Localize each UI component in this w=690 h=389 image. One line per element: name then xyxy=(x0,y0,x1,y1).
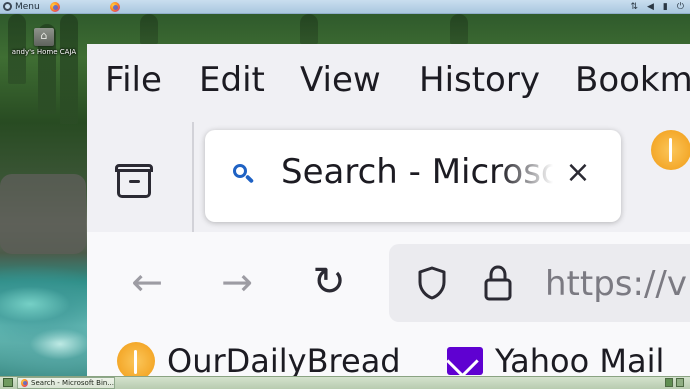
tab-bar: Search - Microsoft × xyxy=(87,116,690,232)
firefox-view-button[interactable] xyxy=(115,164,155,200)
workspace-2[interactable] xyxy=(676,378,684,387)
workspace-1[interactable] xyxy=(665,378,673,387)
close-tab-icon[interactable]: × xyxy=(563,158,593,188)
menu-bookmarks[interactable]: Bookm xyxy=(575,60,690,100)
browser-window: File Edit View History Bookm Search - Mi… xyxy=(87,44,690,376)
bottom-taskbar: Search - Microsoft Bin... xyxy=(0,376,690,389)
workspace-switcher[interactable] xyxy=(665,378,684,387)
system-tray: ⇅ ◀ ▮ ⏻ xyxy=(630,1,684,13)
search-icon xyxy=(233,164,255,184)
menu-icon xyxy=(3,2,12,11)
back-arrow-icon[interactable]: ← xyxy=(125,262,169,306)
desktop-icon-label: andy's Home CAJA xyxy=(11,48,77,56)
firefox-launcher-icon[interactable] xyxy=(49,1,60,12)
menu-edit[interactable]: Edit xyxy=(199,60,265,100)
tab-title: Search - Microsoft xyxy=(281,152,553,192)
taskbar-window-title: Search - Microsoft Bin... xyxy=(31,379,114,387)
network-icon[interactable]: ⇅ xyxy=(630,1,638,13)
navigation-toolbar: ← → ↻ https://v xyxy=(87,232,690,332)
firefox-icon xyxy=(21,379,29,387)
battery-icon[interactable]: ▮ xyxy=(663,1,668,13)
menu-label: Menu xyxy=(15,1,40,12)
tab-active[interactable]: Search - Microsoft × xyxy=(205,130,621,222)
yahoo-mail-icon xyxy=(447,347,483,375)
desktop-icon-home[interactable]: andy's Home CAJA xyxy=(8,28,80,56)
menu-history[interactable]: History xyxy=(419,60,540,100)
show-desktop-icon[interactable] xyxy=(3,378,13,387)
firefox-launcher-icon[interactable] xyxy=(109,1,120,12)
home-folder-icon xyxy=(34,28,54,46)
bookmark-ourdailybread[interactable]: OurDailyBread xyxy=(117,342,401,376)
volume-icon[interactable]: ◀ xyxy=(647,1,654,13)
bookmark-yahoo-mail[interactable]: Yahoo Mail xyxy=(447,342,664,376)
power-icon[interactable]: ⏻ xyxy=(677,1,684,13)
wallpaper-rock xyxy=(0,174,86,254)
wallpaper-tree xyxy=(450,14,468,44)
menu-button[interactable]: Menu xyxy=(0,0,44,14)
menu-view[interactable]: View xyxy=(300,60,381,100)
url-text: https://v xyxy=(545,264,687,304)
menu-file[interactable]: File xyxy=(105,60,162,100)
url-bar[interactable]: https://v xyxy=(389,244,690,322)
top-panel: Menu ⇅ ◀ ▮ ⏻ xyxy=(0,0,690,14)
bookmark-label: OurDailyBread xyxy=(167,342,401,376)
ourdailybread-icon xyxy=(117,342,155,376)
menu-bar: File Edit View History Bookm xyxy=(87,44,690,116)
taskbar-window-button[interactable]: Search - Microsoft Bin... xyxy=(17,377,115,389)
tab-ourdailybread-icon[interactable] xyxy=(651,130,690,170)
wallpaper-tree xyxy=(140,14,158,44)
lock-icon[interactable] xyxy=(483,264,513,302)
wallpaper-tree xyxy=(300,14,318,44)
firefox-view-icon xyxy=(115,164,153,172)
tab-divider xyxy=(192,122,194,232)
shield-icon[interactable] xyxy=(417,266,447,300)
bookmark-label: Yahoo Mail xyxy=(495,342,665,376)
reload-icon[interactable]: ↻ xyxy=(307,262,351,306)
forward-arrow-icon[interactable]: → xyxy=(215,262,259,306)
bookmarks-toolbar: OurDailyBread Yahoo Mail xyxy=(87,332,690,376)
